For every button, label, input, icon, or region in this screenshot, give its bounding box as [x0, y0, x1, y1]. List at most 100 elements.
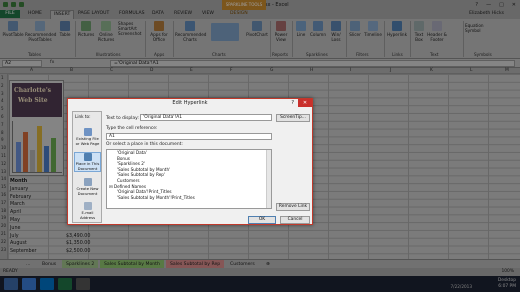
- table-button[interactable]: Table: [57, 21, 73, 37]
- close-icon[interactable]: ✕: [512, 2, 516, 8]
- row-header[interactable]: 11: [1, 153, 6, 158]
- row-header[interactable]: 7: [1, 122, 4, 127]
- tab-view[interactable]: VIEW: [202, 11, 214, 16]
- dialog-help-icon[interactable]: ?: [291, 100, 294, 106]
- column-header[interactable]: G: [270, 68, 273, 73]
- embedded-chart[interactable]: Charlotte's Web Site: [9, 80, 64, 176]
- text-box-button[interactable]: Text Box: [412, 21, 426, 42]
- maximize-icon[interactable]: □: [499, 2, 504, 8]
- header-footer-button[interactable]: Header & Footer: [427, 21, 447, 42]
- app-taskbar-icon[interactable]: [76, 278, 90, 290]
- power-view-icon: [276, 21, 286, 31]
- file-explorer-icon[interactable]: [4, 278, 18, 290]
- column-header[interactable]: I: [350, 68, 351, 73]
- fx-icon[interactable]: fx: [50, 60, 54, 65]
- link-option-email-address[interactable]: E-mail Address: [74, 202, 101, 220]
- remove-link-button[interactable]: Remove Link: [276, 203, 310, 211]
- tab-design[interactable]: DESIGN: [230, 11, 248, 16]
- excel-taskbar-icon[interactable]: [58, 278, 72, 290]
- column-header[interactable]: J: [390, 68, 391, 73]
- row-header[interactable]: 13: [1, 169, 6, 174]
- column-header[interactable]: H: [310, 68, 313, 73]
- link-option-place-in-document[interactable]: Place in This Document: [74, 152, 101, 172]
- column-header[interactable]: A: [30, 68, 33, 73]
- row-header[interactable]: 19: [1, 215, 6, 220]
- row-header[interactable]: 1: [1, 75, 4, 80]
- column-header[interactable]: B: [70, 68, 73, 73]
- column-header[interactable]: M: [505, 68, 509, 73]
- timeline-button[interactable]: Timeline: [363, 21, 383, 37]
- tab-file[interactable]: FILE: [0, 10, 20, 18]
- screenshot-button[interactable]: Screenshot: [118, 31, 144, 36]
- slicer-button[interactable]: Slicer: [348, 21, 362, 37]
- column-header[interactable]: E: [190, 68, 193, 73]
- column-header[interactable]: D: [150, 68, 153, 73]
- row-header[interactable]: 8: [1, 130, 4, 135]
- zoom-level[interactable]: 100%: [501, 268, 514, 276]
- table-row[interactable]: June: [9, 225, 99, 233]
- name-box[interactable]: A2: [2, 60, 42, 67]
- table-row[interactable]: September $2,500.00: [9, 248, 99, 256]
- tree-item[interactable]: 'Sales Subtotal by Month'!Print_Titles: [107, 195, 271, 201]
- help-icon[interactable]: ?: [475, 2, 478, 8]
- row-header[interactable]: 22: [1, 239, 6, 244]
- recommended-pivottables-button[interactable]: Recommended PivotTables: [25, 21, 56, 42]
- user-name[interactable]: Elizabeth Hicks: [469, 11, 504, 16]
- symbol-button[interactable]: Symbol: [465, 28, 505, 33]
- row-header[interactable]: 10: [1, 145, 6, 150]
- row-header[interactable]: 14: [1, 176, 6, 181]
- link-option-existing-file[interactable]: Existing File or Web Page: [74, 128, 101, 146]
- chart-type-buttons[interactable]: [207, 23, 243, 42]
- link-option-create-new-document[interactable]: Create New Document: [74, 178, 101, 196]
- row-header[interactable]: 4: [1, 98, 4, 103]
- column-header[interactable]: F: [230, 68, 233, 73]
- cancel-button[interactable]: Cancel: [280, 216, 310, 224]
- tab-formulas[interactable]: FORMULAS: [119, 11, 145, 16]
- row-header[interactable]: 3: [1, 91, 4, 96]
- row-header[interactable]: 18: [1, 208, 6, 213]
- online-pictures-button[interactable]: Online Pictures: [96, 21, 116, 42]
- screentip-button[interactable]: ScreenTip...: [276, 114, 310, 122]
- row-header[interactable]: 9: [1, 137, 4, 142]
- row-header[interactable]: 20: [1, 223, 6, 228]
- tab-home[interactable]: HOME: [28, 11, 42, 16]
- row-header[interactable]: 21: [1, 231, 6, 236]
- column-header[interactable]: L: [470, 68, 472, 73]
- minimize-icon[interactable]: —: [486, 2, 491, 8]
- formula-input[interactable]: ='Original Data'!A1: [110, 60, 515, 67]
- tab-insert[interactable]: INSERT: [50, 10, 75, 19]
- tree-scrollbar[interactable]: [266, 150, 271, 208]
- row-header[interactable]: 15: [1, 184, 6, 189]
- pivottable-button[interactable]: PivotTable: [2, 21, 24, 37]
- row-header[interactable]: 6: [1, 114, 4, 119]
- apps-for-office-button[interactable]: Apps for Office: [147, 21, 171, 42]
- row-header[interactable]: 2: [1, 83, 4, 88]
- row-header[interactable]: 5: [1, 106, 4, 111]
- winloss-sparkline-button[interactable]: Win/ Loss: [328, 21, 344, 42]
- pivotchart-button[interactable]: PivotChart: [245, 21, 269, 37]
- column-header[interactable]: C: [110, 68, 113, 73]
- cell-reference-input[interactable]: A1: [106, 133, 272, 140]
- line-sparkline-button[interactable]: Line: [294, 21, 308, 37]
- pictures-button[interactable]: Pictures: [77, 21, 95, 37]
- recommended-charts-button[interactable]: Recommended Charts: [175, 21, 206, 42]
- tab-data[interactable]: DATA: [152, 11, 164, 16]
- row-header[interactable]: 23: [1, 247, 6, 252]
- text-to-display-input[interactable]: 'Original Data'!A1: [140, 114, 272, 121]
- tab-page-layout[interactable]: PAGE LAYOUT: [78, 11, 109, 16]
- tab-review[interactable]: REVIEW: [174, 11, 192, 16]
- column-sparkline-button[interactable]: Column: [309, 21, 327, 37]
- column-header[interactable]: K: [430, 68, 433, 73]
- place-tree[interactable]: 'Original Data' Bonus 'Sparklines 2' 'Sa…: [106, 149, 272, 209]
- power-view-button[interactable]: Power View: [272, 21, 290, 42]
- table-row[interactable]: July $3,490.00: [9, 233, 99, 241]
- dialog-close-button[interactable]: ✕: [298, 99, 312, 107]
- row-header[interactable]: 12: [1, 161, 6, 166]
- outlook-icon[interactable]: [40, 278, 54, 290]
- hyperlink-button[interactable]: Hyperlink: [386, 21, 408, 37]
- table-row[interactable]: August $1,350.00: [9, 240, 99, 248]
- internet-explorer-icon[interactable]: [22, 278, 36, 290]
- ok-button[interactable]: OK: [248, 216, 276, 224]
- row-header[interactable]: 17: [1, 200, 6, 205]
- row-header[interactable]: 16: [1, 192, 6, 197]
